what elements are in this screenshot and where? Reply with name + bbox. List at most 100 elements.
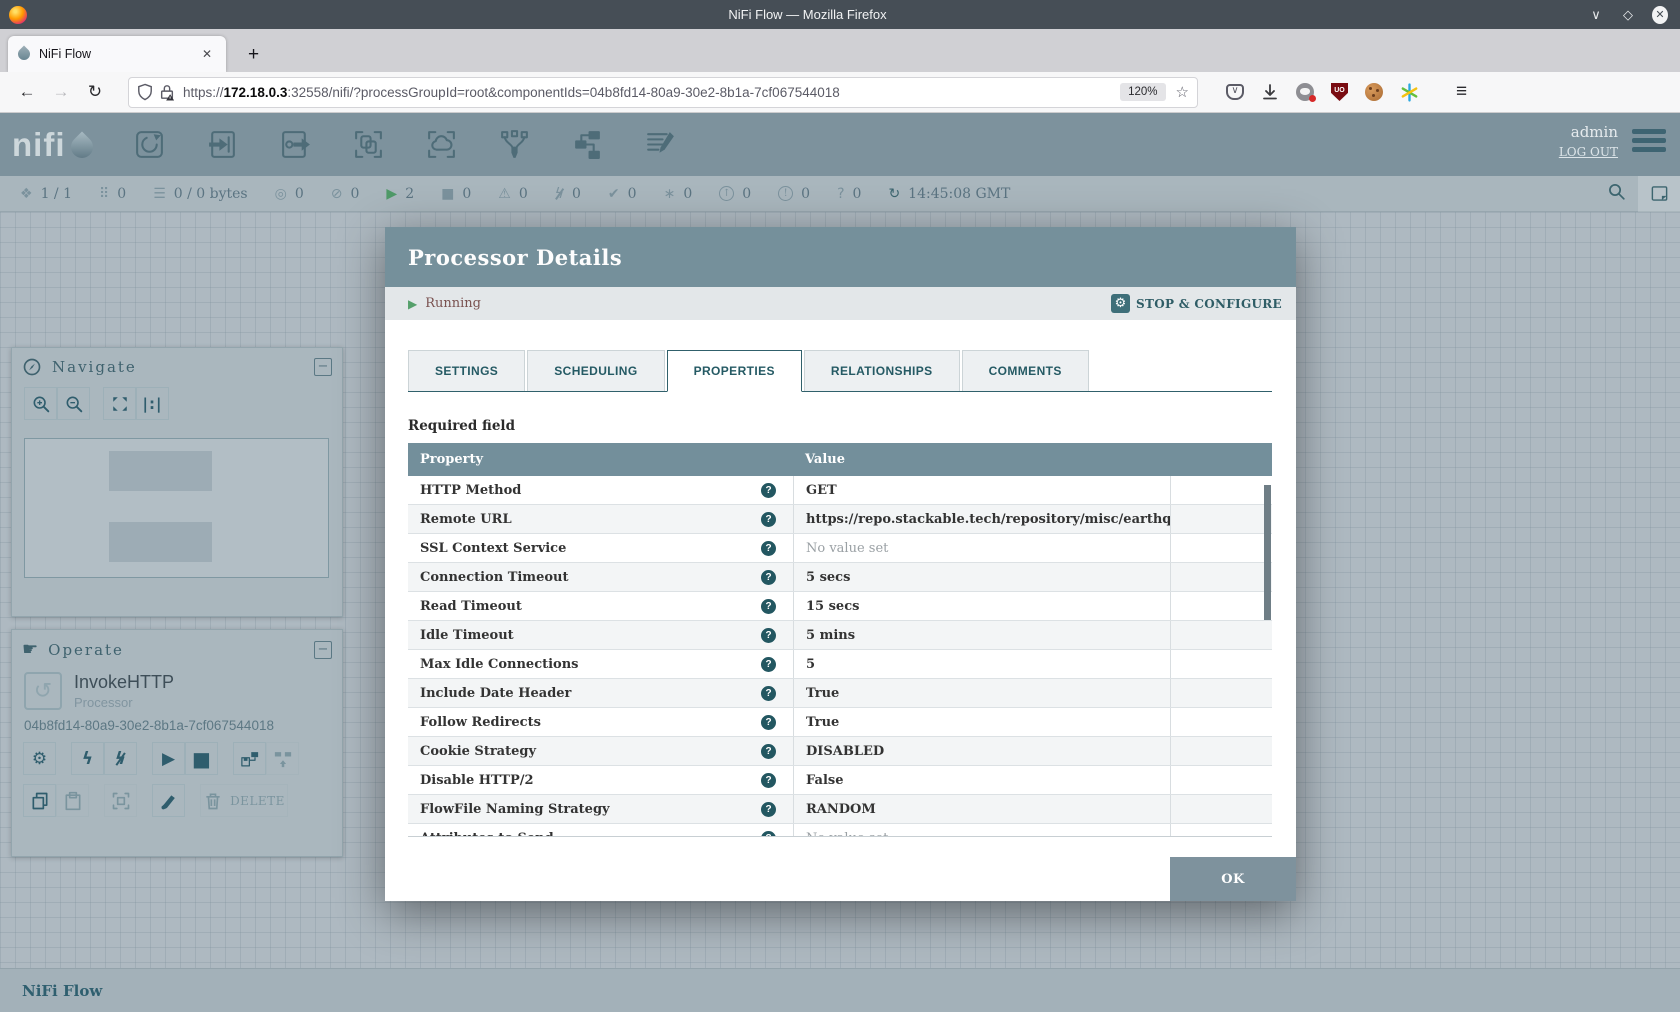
table-row[interactable]: Cookie Strategy? DISABLED	[408, 737, 1272, 766]
window-close-icon[interactable]: ✕	[1652, 6, 1668, 24]
window-maximize-icon[interactable]: ◇	[1620, 7, 1636, 23]
cookie-extension-icon[interactable]	[1365, 83, 1383, 101]
group-button[interactable]	[104, 784, 137, 817]
pocket-icon[interactable]: ∨	[1226, 84, 1244, 100]
navigate-title: Navigate	[52, 358, 137, 376]
tab-scheduling[interactable]: SCHEDULING	[527, 350, 664, 391]
downloads-icon[interactable]	[1261, 83, 1279, 101]
birdseye-minimap[interactable]	[24, 438, 329, 578]
help-icon[interactable]: ?	[761, 657, 776, 672]
disable-button[interactable]: ϟ	[104, 742, 137, 775]
help-icon[interactable]: ?	[761, 773, 776, 788]
ublock-extension-icon[interactable]: UO	[1331, 83, 1348, 101]
table-row[interactable]: Disable HTTP/2? False	[408, 766, 1272, 795]
table-row-clipped[interactable]: Attributes to Send? No value set	[408, 824, 1272, 837]
input-port-component-icon[interactable]	[206, 128, 239, 161]
help-icon[interactable]: ?	[761, 512, 776, 527]
tab-settings[interactable]: SETTINGS	[408, 350, 525, 391]
table-row[interactable]: Read Timeout? 15 secs	[408, 592, 1272, 621]
nifi-logo-text: nifi	[12, 126, 65, 164]
bookmark-star-icon[interactable]: ☆	[1176, 83, 1189, 101]
change-color-button[interactable]	[152, 784, 185, 817]
status-transmitting: ◎0	[275, 186, 304, 202]
tracking-shield-icon[interactable]	[137, 83, 153, 101]
zoom-in-button[interactable]	[24, 387, 57, 420]
output-port-component-icon[interactable]	[279, 128, 312, 161]
table-row[interactable]: Include Date Header? True	[408, 679, 1272, 708]
reload-button[interactable]: ↻	[78, 82, 112, 102]
navigate-collapse-icon[interactable]: −	[314, 358, 332, 376]
lock-warning-icon[interactable]	[159, 83, 175, 101]
zoom-fit-button[interactable]	[103, 387, 136, 420]
help-icon[interactable]: ?	[761, 599, 776, 614]
process-group-component-icon[interactable]	[352, 128, 385, 161]
help-icon[interactable]: ?	[761, 831, 776, 838]
multi-account-extension-icon[interactable]	[1400, 83, 1419, 102]
help-icon[interactable]: ?	[761, 541, 776, 556]
url-text[interactable]: https://172.18.0.3:32558/nifi/?processGr…	[183, 85, 1120, 100]
help-icon[interactable]: ?	[761, 483, 776, 498]
help-icon[interactable]: ?	[761, 686, 776, 701]
help-icon[interactable]: ?	[761, 744, 776, 759]
stop-button[interactable]: ■	[185, 742, 218, 775]
tab-close-icon[interactable]: ✕	[198, 45, 216, 63]
table-row[interactable]: Follow Redirects? True	[408, 708, 1272, 737]
ok-button[interactable]: OK	[1170, 857, 1296, 901]
copy-button[interactable]	[23, 784, 56, 817]
table-row[interactable]: Max Idle Connections? 5	[408, 650, 1272, 679]
breadcrumb[interactable]: NiFi Flow	[22, 982, 102, 1000]
back-button[interactable]: ←	[10, 82, 44, 102]
new-tab-button[interactable]: +	[240, 44, 267, 72]
browser-menu-icon[interactable]: ≡	[1456, 81, 1467, 103]
paintbrush-icon	[159, 791, 179, 811]
table-row[interactable]: Idle Timeout? 5 mins	[408, 621, 1272, 650]
paste-button[interactable]	[56, 784, 89, 817]
tab-properties[interactable]: PROPERTIES	[667, 350, 802, 392]
configure-button[interactable]: ⚙	[23, 742, 56, 775]
url-bar[interactable]: https://172.18.0.3:32558/nifi/?processGr…	[128, 77, 1198, 108]
funnel-component-icon[interactable]	[498, 128, 531, 161]
global-menu-icon[interactable]	[1632, 129, 1666, 152]
locally-modified-icon: ∗	[664, 186, 676, 202]
mask-extension-icon[interactable]	[1296, 83, 1314, 101]
enable-button[interactable]: ϟ	[71, 742, 104, 775]
search-button[interactable]	[1595, 182, 1638, 205]
table-row[interactable]: FlowFile Naming Strategy? RANDOM	[408, 795, 1272, 824]
create-template-button[interactable]	[233, 742, 266, 775]
browser-tab[interactable]: NiFi Flow ✕	[8, 36, 226, 72]
zoom-out-button[interactable]	[57, 387, 90, 420]
window-minimize-icon[interactable]: ∨	[1588, 7, 1604, 23]
tab-relationships[interactable]: RELATIONSHIPS	[804, 350, 960, 391]
status-last-refresh: ↻14:45:08 GMT	[888, 186, 1010, 202]
tab-comments[interactable]: COMMENTS	[962, 350, 1089, 391]
dialog-status-row: ▶ Running ⚙ STOP & CONFIGURE	[385, 287, 1296, 320]
table-scrollbar-thumb[interactable]	[1264, 485, 1271, 620]
delete-button[interactable]: DELETE	[200, 784, 288, 817]
logout-link[interactable]: LOG OUT	[1559, 145, 1618, 159]
operate-collapse-icon[interactable]: −	[314, 641, 332, 659]
help-icon[interactable]: ?	[761, 570, 776, 585]
help-icon[interactable]: ?	[761, 628, 776, 643]
stop-and-configure-button[interactable]: ⚙ STOP & CONFIGURE	[1111, 294, 1282, 313]
label-component-icon[interactable]	[644, 128, 677, 161]
help-icon[interactable]: ?	[761, 802, 776, 817]
navigate-panel: Navigate −	[11, 347, 343, 617]
table-row[interactable]: Connection Timeout? 5 secs	[408, 563, 1272, 592]
table-row[interactable]: SSL Context Service? No value set	[408, 534, 1272, 563]
required-field-label: Required field	[408, 418, 1272, 434]
forward-button[interactable]: →	[44, 82, 78, 102]
bulletin-board-button[interactable]	[1638, 176, 1680, 212]
table-row[interactable]: Remote URL? https://repo.stackable.tech/…	[408, 505, 1272, 534]
upload-template-button[interactable]	[266, 742, 299, 775]
remote-process-group-component-icon[interactable]	[425, 128, 458, 161]
help-icon[interactable]: ?	[761, 715, 776, 730]
start-button[interactable]: ▶	[152, 742, 185, 775]
actual-size-icon: |:|	[143, 395, 163, 413]
refresh-icon[interactable]: ↻	[888, 186, 900, 202]
template-component-icon[interactable]	[571, 128, 604, 161]
dialog-body: SETTINGS SCHEDULING PROPERTIES RELATIONS…	[385, 320, 1296, 857]
processor-component-icon[interactable]	[133, 128, 166, 161]
table-row[interactable]: HTTP Method? GET	[408, 476, 1272, 505]
zoom-actual-size-button[interactable]: |:|	[136, 387, 169, 420]
page-zoom-badge[interactable]: 120%	[1120, 83, 1165, 101]
